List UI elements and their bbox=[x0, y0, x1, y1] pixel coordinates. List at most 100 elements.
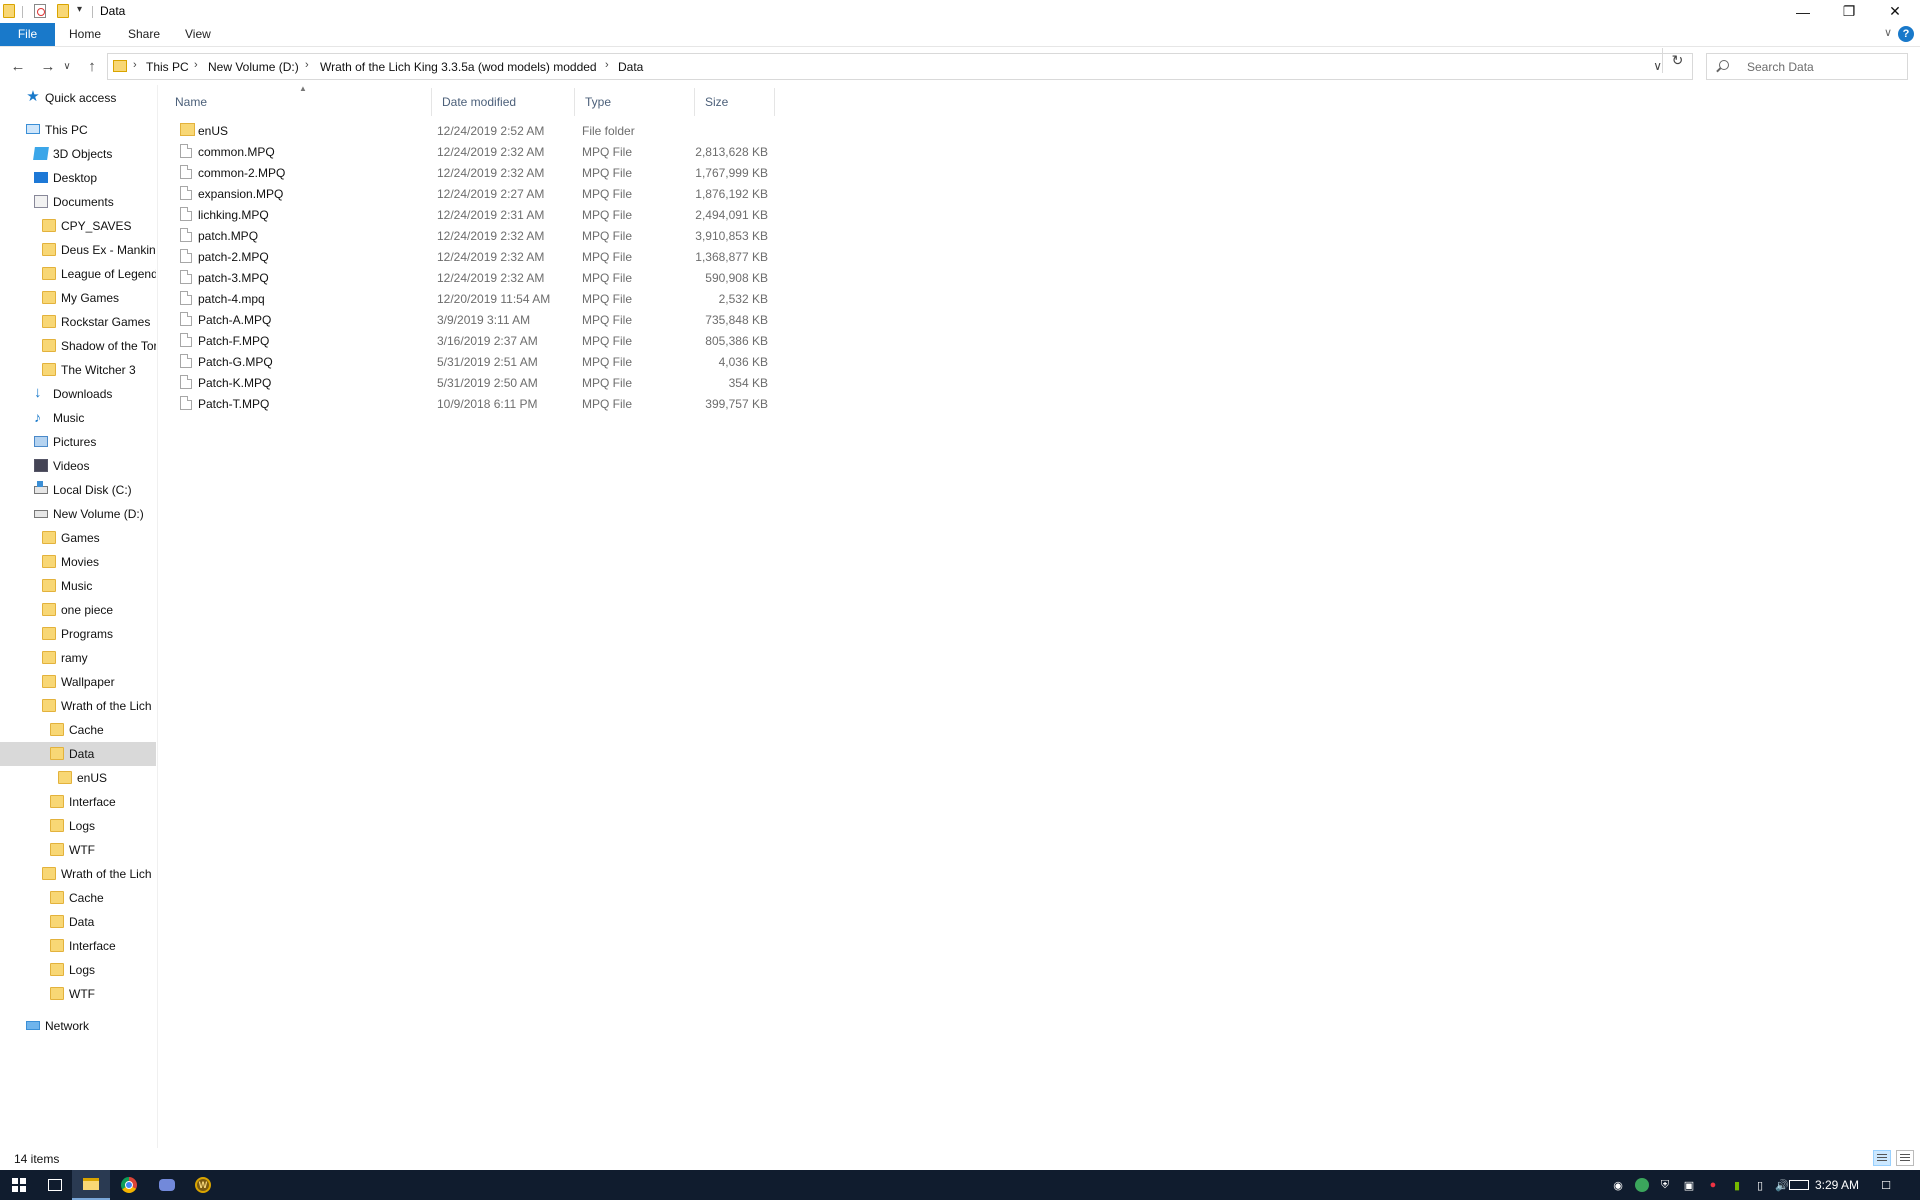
details-view-button[interactable] bbox=[1873, 1150, 1891, 1166]
breadcrumb-new-volume[interactable]: New Volume (D:) bbox=[208, 60, 299, 74]
tree-item[interactable]: Data bbox=[0, 910, 156, 934]
tree-item[interactable]: enUS bbox=[0, 766, 156, 790]
tree-item[interactable]: Programs bbox=[0, 622, 156, 646]
status-tray-icon[interactable] bbox=[1635, 1178, 1649, 1192]
tree-item[interactable]: Wrath of the Lich bbox=[0, 694, 156, 718]
file-row[interactable]: Patch-G.MPQ 5/31/2019 2:51 AM MPQ File 4,03… bbox=[178, 351, 778, 372]
tree-item[interactable]: Documents bbox=[0, 190, 156, 214]
task-view-button[interactable] bbox=[36, 1170, 74, 1200]
tree-item[interactable]: Wallpaper bbox=[0, 670, 156, 694]
chevron-right-icon[interactable]: › bbox=[194, 59, 198, 71]
tree-item[interactable]: WTF bbox=[0, 982, 156, 1006]
shield-icon[interactable]: ⛨ bbox=[1658, 1178, 1672, 1192]
keyboard-icon[interactable] bbox=[1789, 1180, 1809, 1190]
tree-item[interactable]: Logs bbox=[0, 958, 156, 982]
tree-item[interactable]: ♪ Music bbox=[0, 406, 156, 430]
tree-item[interactable]: ramy bbox=[0, 646, 156, 670]
file-row[interactable]: patch-2.MPQ 12/24/2019 2:32 AM MPQ File 1,3… bbox=[178, 246, 778, 267]
tree-item[interactable]: one piece bbox=[0, 598, 156, 622]
tree-item[interactable]: Videos bbox=[0, 454, 156, 478]
tree-item[interactable]: This PC bbox=[0, 118, 156, 142]
chevron-right-icon[interactable]: › bbox=[605, 59, 609, 71]
tree-item[interactable]: Pictures bbox=[0, 430, 156, 454]
breadcrumb-data[interactable]: Data bbox=[618, 60, 643, 74]
discord-tray-icon[interactable]: ◉ bbox=[1611, 1178, 1625, 1192]
tree-item[interactable]: Local Disk (C:) bbox=[0, 478, 156, 502]
tree-item[interactable]: League of Legend bbox=[0, 262, 156, 286]
properties-icon[interactable] bbox=[34, 4, 46, 18]
refresh-button[interactable]: ↻ bbox=[1662, 48, 1692, 73]
breadcrumb-this-pc[interactable]: This PC bbox=[146, 60, 189, 74]
file-row[interactable]: common.MPQ 12/24/2019 2:32 AM MPQ File 2,81… bbox=[178, 141, 778, 162]
tree-item[interactable]: ★ Quick access bbox=[0, 86, 156, 110]
recent-locations-button[interactable]: ∨ bbox=[60, 54, 74, 78]
file-row[interactable]: Patch-K.MPQ 5/31/2019 2:50 AM MPQ File 354 … bbox=[178, 372, 778, 393]
help-icon[interactable]: ? bbox=[1898, 26, 1914, 42]
app-tray-icon[interactable]: ● bbox=[1706, 1178, 1720, 1192]
address-bar[interactable]: › This PC › New Volume (D:) › Wrath of t… bbox=[107, 53, 1693, 80]
notifications-icon[interactable]: ☐ bbox=[1879, 1178, 1893, 1192]
taskbar-chrome[interactable] bbox=[110, 1170, 148, 1200]
chevron-right-icon[interactable]: › bbox=[133, 59, 137, 71]
taskbar-wow[interactable]: W bbox=[184, 1170, 222, 1200]
tree-item[interactable]: CPY_SAVES bbox=[0, 214, 156, 238]
file-row[interactable]: common-2.MPQ 12/24/2019 2:32 AM MPQ File 1,… bbox=[178, 162, 778, 183]
forward-button[interactable]: → bbox=[36, 54, 60, 78]
column-header-date-modified[interactable]: Date modified bbox=[432, 88, 575, 116]
tree-item[interactable]: Data bbox=[0, 742, 156, 766]
taskbar-file-explorer[interactable] bbox=[72, 1170, 110, 1200]
file-row[interactable]: patch-4.mpq 12/20/2019 11:54 AM MPQ File 2,… bbox=[178, 288, 778, 309]
tree-item[interactable]: Desktop bbox=[0, 166, 156, 190]
tree-item[interactable]: Movies bbox=[0, 550, 156, 574]
tab-file[interactable]: File bbox=[0, 23, 55, 46]
restore-button[interactable]: ❐ bbox=[1826, 0, 1872, 23]
tree-item[interactable]: Games bbox=[0, 526, 156, 550]
battery-icon[interactable]: ▯ bbox=[1753, 1178, 1767, 1192]
address-dropdown-icon[interactable]: ∨ bbox=[1653, 59, 1662, 73]
file-row[interactable]: patch.MPQ 12/24/2019 2:32 AM MPQ File 3,910… bbox=[178, 225, 778, 246]
expand-ribbon-icon[interactable]: ∨ bbox=[1884, 26, 1892, 39]
tree-item[interactable]: The Witcher 3 bbox=[0, 358, 156, 382]
up-button[interactable]: ↑ bbox=[80, 54, 104, 78]
clock[interactable]: 3:29 AM bbox=[1815, 1178, 1859, 1192]
tree-item[interactable]: Cache bbox=[0, 886, 156, 910]
tree-item[interactable]: Network bbox=[0, 1014, 156, 1038]
tree-item[interactable]: Interface bbox=[0, 934, 156, 958]
tree-item[interactable]: Cache bbox=[0, 718, 156, 742]
search-input[interactable]: Search Data bbox=[1706, 53, 1908, 80]
start-button[interactable] bbox=[0, 1170, 38, 1200]
tree-item[interactable]: Deus Ex - Mankin bbox=[0, 238, 156, 262]
file-row[interactable]: Patch-T.MPQ 10/9/2018 6:11 PM MPQ File 399,… bbox=[178, 393, 778, 414]
folder-row[interactable]: enUS 12/24/2019 2:52 AM File folder bbox=[178, 120, 778, 141]
network-tray-icon[interactable]: ▣ bbox=[1682, 1178, 1696, 1192]
taskbar-discord[interactable] bbox=[148, 1170, 186, 1200]
tree-item[interactable]: Logs bbox=[0, 814, 156, 838]
file-row[interactable]: Patch-A.MPQ 3/9/2019 3:11 AM MPQ File 735,8… bbox=[178, 309, 778, 330]
minimize-button[interactable]: — bbox=[1780, 0, 1826, 23]
file-row[interactable]: lichking.MPQ 12/24/2019 2:31 AM MPQ File 2,… bbox=[178, 204, 778, 225]
tree-item[interactable]: New Volume (D:) bbox=[0, 502, 156, 526]
tree-item[interactable]: My Games bbox=[0, 286, 156, 310]
new-folder-icon[interactable] bbox=[57, 4, 69, 18]
tab-home[interactable]: Home bbox=[59, 23, 111, 46]
tree-item[interactable]: Shadow of the Tor bbox=[0, 334, 156, 358]
tree-item[interactable]: Interface bbox=[0, 790, 156, 814]
breadcrumb-wotlk-folder[interactable]: Wrath of the Lich King 3.3.5a (wod model… bbox=[320, 60, 597, 74]
tab-share[interactable]: Share bbox=[118, 23, 170, 46]
tree-item[interactable]: Wrath of the Lich bbox=[0, 862, 156, 886]
file-row[interactable]: patch-3.MPQ 12/24/2019 2:32 AM MPQ File 590… bbox=[178, 267, 778, 288]
back-button[interactable]: ← bbox=[6, 54, 30, 78]
large-icons-view-button[interactable] bbox=[1896, 1150, 1914, 1166]
file-row[interactable]: expansion.MPQ 12/24/2019 2:27 AM MPQ File 1… bbox=[178, 183, 778, 204]
column-header-size[interactable]: Size bbox=[695, 88, 775, 116]
nvidia-icon[interactable]: ▮ bbox=[1730, 1178, 1744, 1192]
file-row[interactable]: Patch-F.MPQ 3/16/2019 2:37 AM MPQ File 805,… bbox=[178, 330, 778, 351]
tree-item[interactable]: Music bbox=[0, 574, 156, 598]
chevron-right-icon[interactable]: › bbox=[305, 59, 309, 71]
tree-item[interactable]: 3D Objects bbox=[0, 142, 156, 166]
tree-item[interactable]: ↓ Downloads bbox=[0, 382, 156, 406]
close-button[interactable]: ✕ bbox=[1872, 0, 1918, 23]
volume-icon[interactable]: 🔊 bbox=[1775, 1178, 1789, 1192]
column-header-type[interactable]: Type bbox=[575, 88, 695, 116]
tab-view[interactable]: View bbox=[175, 23, 221, 46]
